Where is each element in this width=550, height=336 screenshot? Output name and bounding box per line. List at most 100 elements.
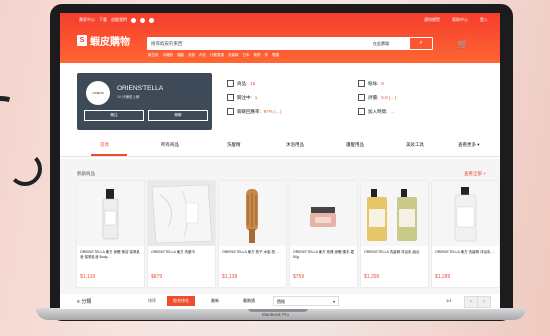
logo-text: 蝦皮購物 [90,37,130,48]
suggestion-link[interactable]: 行動電源 [210,53,224,58]
product-image [290,181,357,246]
product-price: $1,289 [435,274,451,280]
tab-home[interactable]: 首頁 [100,142,109,148]
tab-more[interactable]: 查看更多 ▾ [458,142,480,148]
product-name: ORIENS'TELLA 東方 玫瑰 身體 護手 霜 50g [293,250,354,259]
shop-name: ORIENS'TELLA [117,85,164,92]
prev-page-button[interactable]: < [464,296,478,308]
stat-followers: 粉絲: 8 [358,80,384,87]
sort-relevance-button[interactable]: 綜合排名 [167,296,195,306]
help-center-link[interactable]: 幫助中心 [452,17,468,23]
towel-image [148,181,215,246]
login-link[interactable]: 登入 [480,17,488,23]
search-scope-select[interactable]: 在此賣場 [373,41,389,47]
product-card[interactable]: ORIENS'TELLA 東方 玫瑰 身體 護手 霜 50g $759 [290,181,357,287]
clear-bottle-image [454,187,477,242]
suggestion-link[interactable]: 喜餅 [254,53,261,58]
price-sort-dropdown[interactable]: 價格 ▾ [273,296,339,306]
download-link[interactable]: 下載 [99,17,107,23]
product-card[interactable]: ORIENS'TELLA 洗髮精 沐浴乳 組合 $1,299 [361,181,428,287]
product-name: ORIENS'TELLA 洗髮精 沐浴乳 組合 [364,250,420,254]
suggestion-link[interactable]: 洗髮精 [228,53,239,58]
product-name: ORIENS'TELLA 東方 洗臉巾 [151,250,196,254]
shop-tabs: 首頁 所有商品 洗髮精 沐浴用品 護髮用品 美妝工具 查看更多 ▾ [60,134,500,157]
cart-icon[interactable]: 🛒 [457,39,468,50]
product-image [432,181,499,246]
product-name: ORIENS'TELLA 東方 梳子 木製 梳 ... [222,250,279,254]
suggestion-link[interactable]: 衛生紙 [148,53,159,58]
suggestion-link[interactable]: 衣服 [188,53,195,58]
search-input[interactable]: 搜尋蝦皮的東西 [151,41,183,47]
suggestion-link[interactable]: 書 [265,53,269,58]
serum-bottle-image [102,189,119,240]
search-suggestions: 衛生紙 手機殼 運動 衣服 內衣 行動電源 洗髮精 日本 喜餅 書 電腦 [148,53,279,58]
product-image [219,181,286,246]
product-price: $879 [151,274,163,280]
stat-rating: 評價: 5.0 (…) [358,94,396,101]
sort-latest-button[interactable]: 最新 [201,296,229,306]
search-icon: ⌕ [419,40,423,46]
sort-top-sales-button[interactable]: 最熱銷 [235,296,263,306]
sort-label: 排序 [148,298,156,303]
product-card[interactable]: ORIENS'TELLA 東方 身體 美容 保濕乳液 保濕乳液 Body... … [77,181,144,287]
follow-label: 關注 [110,113,118,117]
follow-button[interactable]: 關注 [84,110,144,121]
seller-center-link[interactable]: 賣家中心 [79,17,95,23]
instagram-icon[interactable] [140,17,145,23]
chat-label: 聊聊 [174,113,182,117]
stat-joined: 加入時間:… [358,108,395,115]
suggestion-link[interactable]: 電腦 [272,53,279,58]
decorative-brush-stroke [8,152,42,186]
product-name: ORIENS'TELLA 東方 身體 美容 保濕乳液 保濕乳液 Body... [80,250,140,259]
wooden-brush-image [246,189,258,243]
page-indicator: 1/1 [446,298,452,303]
line-icon[interactable] [149,17,154,23]
tab-body-wash[interactable]: 沐浴用品 [286,142,304,148]
tab-shampoo[interactable]: 洗髮精 [227,142,241,148]
shampoo-bottles-image [367,189,417,241]
notifications-link[interactable]: 通知總覽 [424,17,440,23]
stat-chat-response: 聊聊回應率: 97% (…) [227,108,282,115]
users-icon [358,80,365,87]
user-icon [227,94,234,101]
tab-all-products[interactable]: 所有商品 [161,142,179,148]
product-price: $759 [293,274,305,280]
follow-us-label: 追蹤我們 [111,17,127,22]
cream-jar-image [310,207,336,227]
product-name: ORIENS'TELLA 東方 洗髮精 沐浴乳 ... [435,250,495,254]
product-card[interactable]: ORIENS'TELLA 東方 洗髮精 沐浴乳 ... $1,289 [432,181,499,287]
chat-button[interactable]: 聊聊 [148,110,208,121]
calendar-icon [358,108,365,115]
laptop-brand-label: MacBook Pro [262,312,290,317]
site-logo[interactable]: S 蝦皮購物 [77,33,130,48]
facebook-icon[interactable] [131,17,136,23]
shop-avatar[interactable]: ORIENS [86,81,110,105]
site-header: 賣家中心 下載 追蹤我們 通知總覽 幫助中心 登入 S 蝦皮購物 搜尋蝦皮的東西… [60,13,500,63]
product-image [361,181,428,246]
product-image [77,181,144,246]
suggestion-link[interactable]: 運動 [177,53,184,58]
search-button[interactable]: ⌕ [410,38,432,49]
product-card[interactable]: ORIENS'TELLA 東方 洗臉巾 $879 [148,181,215,287]
see-all-link[interactable]: 查看全部 > [464,171,486,177]
active-tab-indicator [91,154,127,156]
chevron-down-icon: ▾ [332,299,335,304]
next-page-button[interactable]: > [477,296,491,308]
top-bar: 賣家中心 下載 追蹤我們 通知總覽 幫助中心 登入 [60,13,500,24]
suggestion-link[interactable]: 手機殼 [163,53,174,58]
stat-following: 關注中: 1 [227,94,257,101]
product-price: $1,299 [364,274,380,280]
tab-hair-care[interactable]: 護髮用品 [346,142,364,148]
tab-beauty-tools[interactable]: 美妝工具 [406,142,424,148]
product-image [148,181,215,246]
search-bar[interactable]: 搜尋蝦皮的東西 在此賣場 ⌕ [147,37,433,50]
stat-products: 商品: 18 [227,80,255,87]
suggestion-link[interactable]: 日本 [243,53,250,58]
chat-icon [227,108,234,115]
box-icon [227,80,234,87]
product-price: $1,139 [222,274,238,280]
shop-online-status: 10 分鐘前上線 [117,95,140,99]
browser-screen: 賣家中心 下載 追蹤我們 通知總覽 幫助中心 登入 S 蝦皮購物 搜尋蝦皮的東西… [60,13,500,309]
suggestion-link[interactable]: 內衣 [199,53,206,58]
product-card[interactable]: ORIENS'TELLA 東方 梳子 木製 梳 ... $1,139 [219,181,286,287]
